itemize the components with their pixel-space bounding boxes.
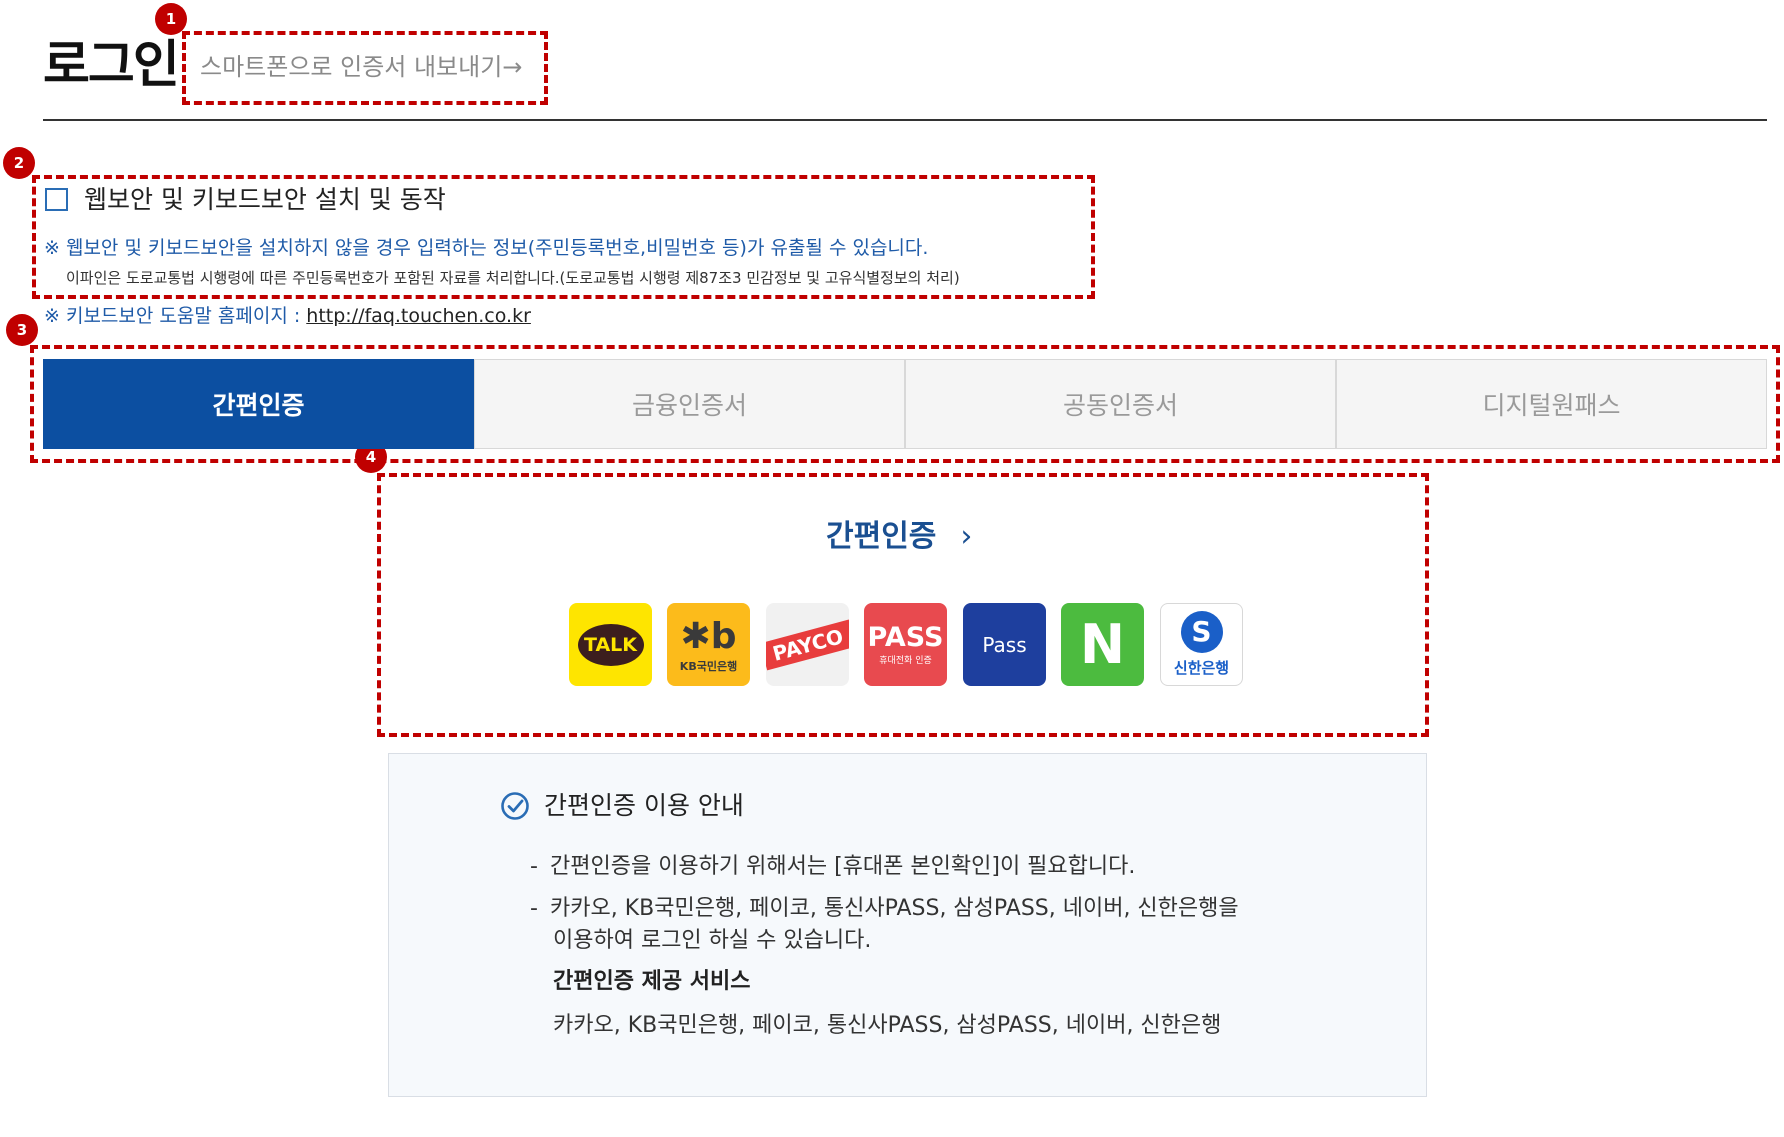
annotation-box-1 [182,31,548,105]
samsung-pass-icon[interactable]: Pass [963,603,1046,686]
title-divider [43,119,1767,121]
naver-label: N [1079,613,1126,676]
usage-guide-title-text: 간편인증 이용 안내 [544,791,744,820]
annotation-marker-2: 2 [3,147,35,179]
bullet-dash: - [530,854,538,879]
samsung-pass-label: Pass [982,632,1027,657]
shinhan-icon[interactable]: S 신한은행 [1160,603,1243,686]
pass-label: PASS [867,622,944,653]
tab-digital-onepass[interactable]: 디지털원패스 [1336,359,1767,449]
annotation-marker-1: 1 [155,3,187,35]
easy-auth-heading-label: 간편인증 [826,519,937,554]
guide-item: - 카카오, KB국민은행, 페이코, 통신사PASS, 삼성PASS, 네이버,… [530,893,1239,925]
security-warning: ※ 웹보안 및 키보드보안을 설치하지 않을 경우 입력하는 정보(주민등록번호… [44,237,929,259]
page-title: 로그인 [43,36,180,95]
privacy-notice: 이파인은 도로교통법 시행령에 따른 주민등록번호가 포함된 자료를 처리합니다… [66,269,960,287]
kakao-talk-label: TALK [577,623,644,666]
guide-item-text: 간편인증을 이용하기 위해서는 [휴대폰 본인확인]이 필요합니다. [550,854,1136,879]
annotation-marker-3: 3 [6,314,38,346]
kb-label: KB국민은행 [679,659,738,673]
usage-guide-title: 간편인증 이용 안내 [500,788,744,824]
keyboard-help-link[interactable]: http://faq.touchen.co.kr [306,305,531,327]
easy-auth-heading[interactable]: 간편인증 › [826,517,972,557]
pass-sub-label: 휴대전화 인증 [879,656,932,666]
tab-simple-auth[interactable]: 간편인증 [43,359,474,449]
service-list: 카카오, KB국민은행, 페이코, 통신사PASS, 삼성PASS, 네이버, … [553,1013,1222,1038]
security-checkbox[interactable] [45,188,68,211]
shinhan-label: 신한은행 [1173,659,1230,677]
kakao-icon[interactable]: TALK [569,603,652,686]
auth-tabs: 간편인증 금융인증서 공동인증서 디지털원패스 [43,359,1767,449]
guide-item: - 간편인증을 이용하기 위해서는 [휴대폰 본인확인]이 필요합니다. [530,851,1135,883]
chevron-right-icon: › [960,519,973,554]
naver-icon[interactable]: N [1061,603,1144,686]
payco-label: PAYCO [766,619,849,670]
keyboard-help: ※ 키보드보안 도움말 홈페이지 : http://faq.touchen.co… [44,302,531,330]
bullet-dash: - [530,896,538,921]
shinhan-mark: S [1180,611,1223,653]
kb-mark: ✱b [680,615,737,657]
payco-icon[interactable]: PAYCO [766,603,849,686]
service-list-title: 간편인증 제공 서비스 [553,969,751,994]
guide-item-continued: 이용하여 로그인 하실 수 있습니다. [553,928,872,953]
guide-item-text: 카카오, KB국민은행, 페이코, 통신사PASS, 삼성PASS, 네이버, … [550,896,1239,921]
tab-joint-certificate[interactable]: 공동인증서 [905,359,1336,449]
keyboard-help-label: ※ 키보드보안 도움말 홈페이지 : [44,305,307,327]
kb-icon[interactable]: ✱b KB국민은행 [667,603,750,686]
check-circle-icon [501,792,529,820]
tab-financial-certificate[interactable]: 금융인증서 [474,359,905,449]
pass-telecom-icon[interactable]: PASS 휴대전화 인증 [864,603,947,686]
security-checkbox-label[interactable]: 웹보안 및 키보드보안 설치 및 동작 [84,183,446,217]
